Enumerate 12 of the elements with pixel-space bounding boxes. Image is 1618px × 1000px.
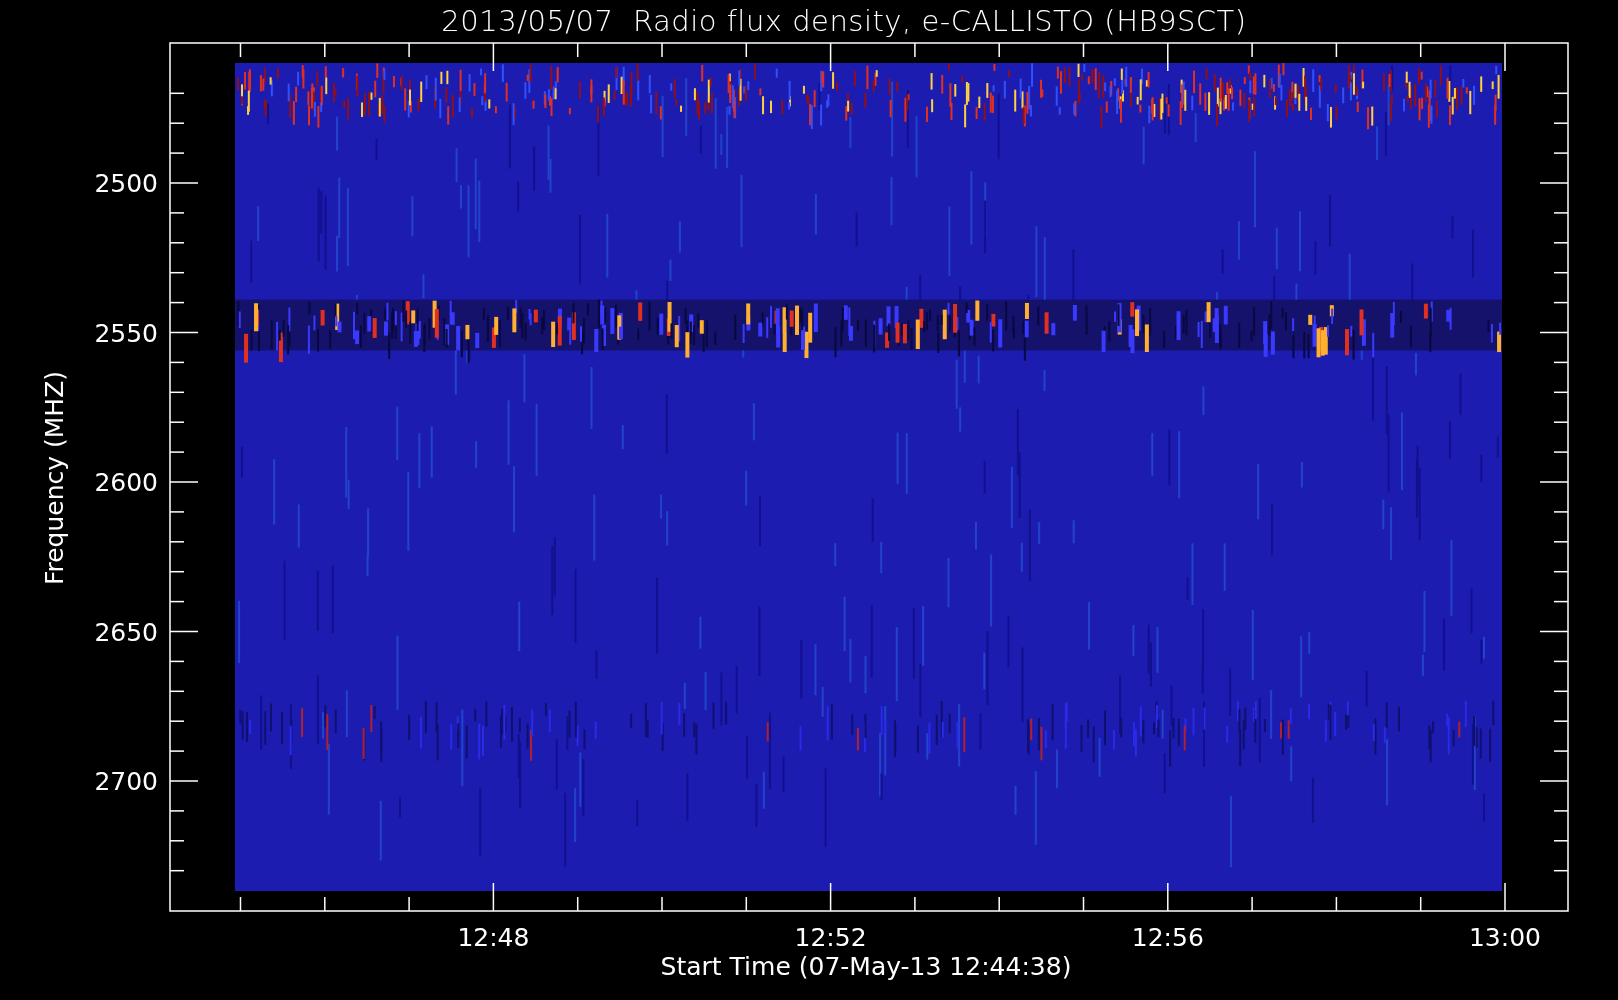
tick-label: 2650 [94, 617, 158, 647]
tick-label: 2700 [94, 767, 158, 796]
tick-label: 12:52 [794, 923, 867, 952]
axis-label: Start Time (07-May-13 12:44:38) [660, 952, 1072, 981]
tick-label: 13:00 [1469, 923, 1541, 952]
plot-title: 2013/05/07 Radio flux density, e-CALLISTO (HB9SCT) [440, 4, 1247, 38]
axis-label: Frequency (MHZ) [40, 370, 69, 586]
tick-label: 12:48 [457, 923, 530, 952]
tick-label: 2550 [94, 318, 158, 348]
tick-label: 2500 [94, 169, 158, 198]
tick-label: 12:56 [1131, 923, 1204, 952]
tick-label: 2600 [94, 468, 158, 497]
